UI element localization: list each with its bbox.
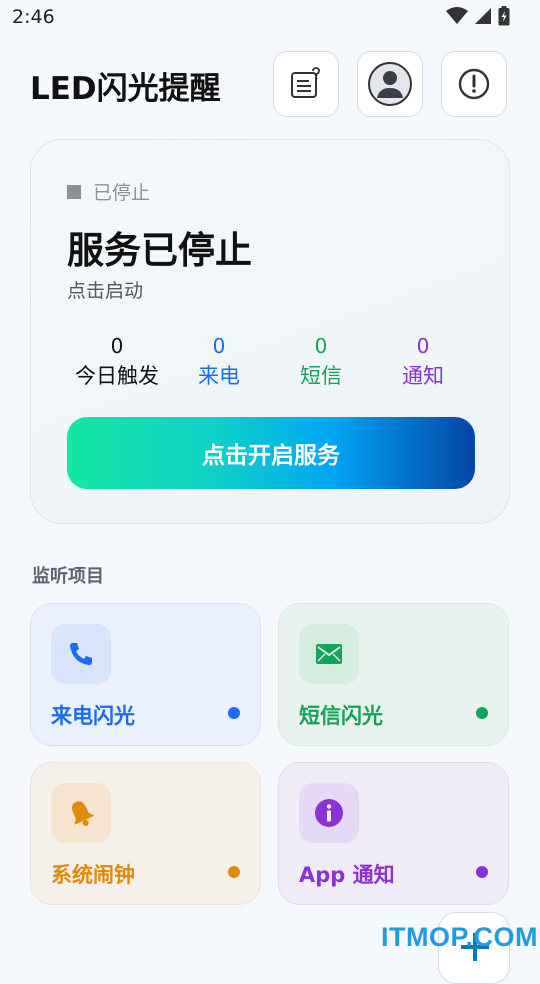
stat-value: 0 [110, 334, 124, 358]
tile-icon-box [299, 783, 359, 843]
tile-label: 短信闪光 [299, 704, 383, 728]
phone-icon [70, 643, 92, 665]
service-subtitle: 点击启动 [67, 280, 144, 302]
stat-label: 今日触发 [75, 364, 159, 388]
start-service-button[interactable]: 点击开启服务 [67, 417, 475, 489]
wifi-icon [446, 7, 468, 24]
tile-icon-box [299, 624, 359, 684]
tile-label: 系统闹钟 [51, 863, 135, 887]
stat-calls: 0 来电 [169, 334, 269, 390]
about-button[interactable] [441, 51, 507, 117]
service-title: 服务已停止 [67, 229, 252, 272]
stop-icon [67, 184, 81, 199]
tile-label: 来电闪光 [51, 704, 135, 728]
status-dot [228, 866, 240, 878]
stat-value: 0 [314, 334, 328, 358]
app-title: LED闪光提醒 [30, 71, 221, 107]
tile-label: App 通知 [299, 863, 395, 887]
profile-button[interactable] [357, 51, 423, 117]
watermark: ITMOP.COM [381, 922, 539, 952]
stat-value: 0 [416, 334, 430, 358]
stat-value: 0 [212, 334, 226, 358]
stat-label: 通知 [402, 364, 444, 388]
document-icon [291, 67, 320, 98]
tile-sms-flash[interactable]: 短信闪光 [278, 603, 509, 746]
tile-app-notification[interactable]: App 通知 [278, 762, 509, 905]
status-dot [228, 707, 240, 719]
battery-icon [498, 6, 510, 26]
status-bar: 2:46 [0, 0, 540, 36]
tile-alarm[interactable]: 系统闹钟 [30, 762, 261, 905]
signal-icon [475, 8, 491, 24]
tile-icon-box [51, 783, 111, 843]
bell-icon [71, 801, 95, 826]
stat-label: 短信 [300, 364, 342, 388]
section-title: 监听项目 [32, 566, 104, 587]
mail-icon [316, 644, 342, 664]
service-status-card: 已停止 服务已停止 点击启动 0 今日触发 0 来电 0 短信 0 通知 点击开… [30, 139, 510, 524]
service-state-row: 已停止 [67, 178, 150, 205]
log-button[interactable] [273, 51, 339, 117]
service-state-label: 已停止 [93, 182, 151, 204]
stat-label: 来电 [198, 364, 240, 388]
tile-icon-box [51, 624, 111, 684]
stat-today: 0 今日触发 [67, 334, 167, 390]
stat-notifications: 0 通知 [373, 334, 473, 390]
stat-sms: 0 短信 [271, 334, 371, 390]
info-icon [315, 799, 343, 827]
alert-icon [458, 68, 490, 100]
status-icons [446, 6, 510, 26]
status-dot [476, 866, 488, 878]
user-avatar-icon [368, 62, 412, 106]
status-dot [476, 707, 488, 719]
tile-call-flash[interactable]: 来电闪光 [30, 603, 261, 746]
status-time: 2:46 [12, 6, 55, 28]
